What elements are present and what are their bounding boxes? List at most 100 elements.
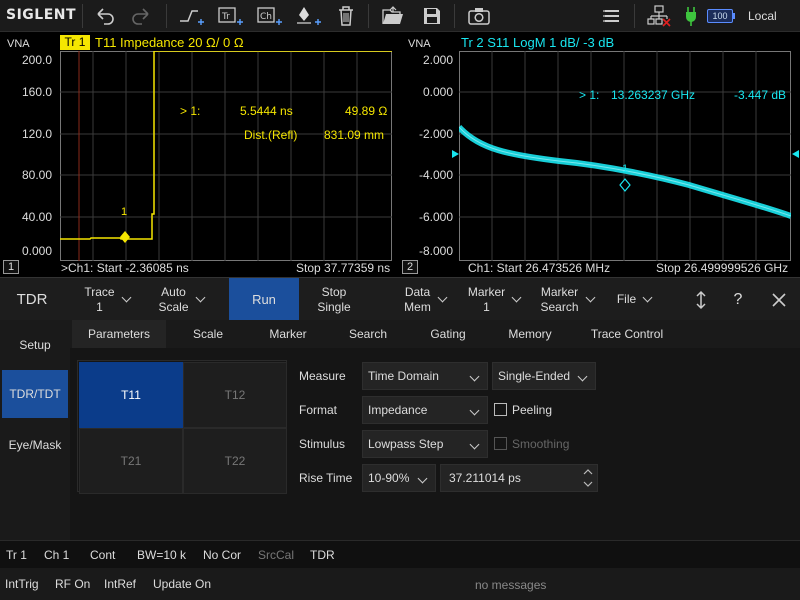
window-number: 2: [402, 260, 418, 274]
status-bandwidth[interactable]: BW=10 k: [137, 541, 186, 569]
auto-scale-line1: Auto: [161, 284, 186, 299]
subtab-scale[interactable]: Scale: [168, 320, 248, 348]
trace-window-1[interactable]: VNA Tr 1 T11 Impedance 20 Ω/ 0 Ω 200.0 1…: [0, 33, 399, 291]
open-folder-icon[interactable]: [380, 3, 406, 29]
auto-scale-button[interactable]: Auto Scale: [146, 278, 216, 321]
format-dropdown[interactable]: Impedance: [362, 396, 488, 424]
plot-area-1[interactable]: [60, 51, 392, 261]
stop-value[interactable]: Stop 26.499999526 GHz: [656, 261, 788, 275]
plot-area-2[interactable]: [459, 51, 791, 261]
marker-readout-y: -3.447 dB: [734, 88, 787, 102]
trace-add-icon[interactable]: Tr: [217, 3, 243, 29]
subtab-search[interactable]: Search: [328, 320, 408, 348]
y-tick: 40.00: [21, 210, 52, 224]
marker-search-button[interactable]: Marker Search: [532, 278, 602, 321]
rise-percent-dropdown[interactable]: 10-90%: [362, 464, 436, 492]
rise-time-input[interactable]: 37.211014 ps: [440, 464, 598, 492]
chevron-down-icon: [642, 292, 653, 303]
resize-icon[interactable]: [688, 278, 714, 321]
y-tick: -8.000: [418, 244, 453, 258]
start-value[interactable]: Ch1: Start 26.473526 MHz: [468, 261, 610, 275]
tparam-t22[interactable]: T22: [183, 428, 287, 494]
save-icon[interactable]: [419, 3, 445, 29]
rise-percent-value: 10-90%: [368, 471, 410, 485]
help-button[interactable]: ?: [726, 278, 750, 321]
marker-1-label: 1: [121, 206, 128, 218]
battery-level: 100: [712, 11, 728, 21]
menu-icon[interactable]: [598, 3, 624, 29]
stop-label: Stop: [321, 284, 347, 299]
status-channel[interactable]: Ch 1: [44, 541, 69, 569]
y-tick: 0.000: [422, 85, 453, 99]
status-update[interactable]: Update On: [153, 570, 211, 598]
peeling-checkbox[interactable]: [494, 403, 507, 416]
power-plug-icon: [678, 3, 704, 29]
data-mem-button[interactable]: Data Mem: [394, 278, 456, 321]
tab-tdr-tdt[interactable]: TDR/TDT: [2, 370, 68, 418]
trace-title[interactable]: Tr 2 S11 LogM 1 dB/ -3 dB: [461, 35, 614, 50]
stimulus-label: Stimulus: [299, 437, 346, 451]
message-line: no messages: [475, 578, 547, 592]
status-ref[interactable]: IntRef: [104, 570, 136, 598]
camera-icon[interactable]: [466, 3, 492, 29]
stimulus-dropdown[interactable]: Lowpass Step: [362, 430, 488, 458]
subtab-memory[interactable]: Memory: [488, 320, 572, 348]
marker-1-diamond: [619, 178, 631, 192]
remote-local-status: Local: [748, 9, 777, 23]
status-srccal[interactable]: SrcCal: [258, 541, 294, 569]
chevron-down-icon: [577, 371, 588, 382]
chevron-down-icon: [195, 292, 205, 303]
marker-button[interactable]: Marker 1: [462, 278, 526, 321]
status-rf[interactable]: RF On: [55, 570, 90, 598]
step-add-icon[interactable]: [178, 3, 204, 29]
tab-eye-mask[interactable]: Eye/Mask: [0, 420, 70, 470]
file-button[interactable]: File: [606, 278, 662, 321]
marker-1-label: 1: [622, 163, 629, 175]
ended-dropdown[interactable]: Single-Ended: [492, 362, 596, 390]
subtab-gating[interactable]: Gating: [408, 320, 488, 348]
redo-icon[interactable]: [128, 3, 154, 29]
status-correction[interactable]: No Cor: [203, 541, 241, 569]
trace-title[interactable]: T11 Impedance 20 Ω/ 0 Ω: [95, 35, 244, 50]
status-bar-bottom: IntTrig RF On IntRef Update On no messag…: [0, 568, 800, 600]
chevron-down-icon: [469, 371, 480, 382]
start-value[interactable]: >Ch1: Start -2.36085 ns: [61, 261, 189, 275]
tparam-t21[interactable]: T21: [79, 428, 183, 494]
stop-single-button[interactable]: Stop Single: [300, 278, 368, 321]
toolbar-divider: [368, 4, 369, 28]
tab-setup[interactable]: Setup: [0, 320, 70, 370]
smoothing-checkbox[interactable]: [494, 437, 507, 450]
trace-window-2[interactable]: VNA Tr 2 S11 LogM 1 dB/ -3 dB 2.000 0.00…: [401, 33, 800, 276]
trace-select-button[interactable]: Trace 1: [72, 278, 142, 321]
delete-icon[interactable]: [333, 3, 359, 29]
data-label: Data: [404, 284, 431, 299]
stop-value[interactable]: Stop 37.77359 ns: [296, 261, 390, 275]
trace-label: Trace: [84, 284, 115, 299]
subtab-parameters[interactable]: Parameters: [72, 320, 166, 348]
subtab-trace-control[interactable]: Trace Control: [572, 320, 682, 348]
mem-label: Mem: [404, 299, 431, 314]
stimulus-value: Lowpass Step: [368, 437, 444, 451]
left-tab-column: Setup TDR/TDT Eye/Mask: [0, 320, 70, 540]
tparam-t11[interactable]: T11: [79, 362, 183, 428]
status-tdr[interactable]: TDR: [310, 541, 335, 569]
battery-icon: 100: [707, 9, 733, 23]
chevron-down-icon: [511, 292, 522, 303]
status-trace[interactable]: Tr 1: [6, 541, 27, 569]
spin-arrows-icon[interactable]: [583, 467, 593, 489]
undo-icon[interactable]: [92, 3, 118, 29]
auto-scale-line2: Scale: [158, 299, 189, 314]
status-trigger[interactable]: IntTrig: [5, 570, 39, 598]
close-icon[interactable]: [764, 278, 794, 321]
channel-add-icon[interactable]: Ch: [256, 3, 282, 29]
file-label: File: [616, 292, 637, 306]
subtab-marker[interactable]: Marker: [248, 320, 328, 348]
measure-dropdown[interactable]: Time Domain: [362, 362, 488, 390]
trace-tag[interactable]: Tr 1: [60, 35, 90, 50]
run-button[interactable]: Run: [229, 278, 299, 321]
marker-add-icon[interactable]: [295, 3, 321, 29]
network-icon: [646, 3, 672, 29]
marker-value: 1: [483, 299, 490, 314]
status-sweep-mode[interactable]: Cont: [90, 541, 115, 569]
tparam-t12[interactable]: T12: [183, 362, 287, 428]
